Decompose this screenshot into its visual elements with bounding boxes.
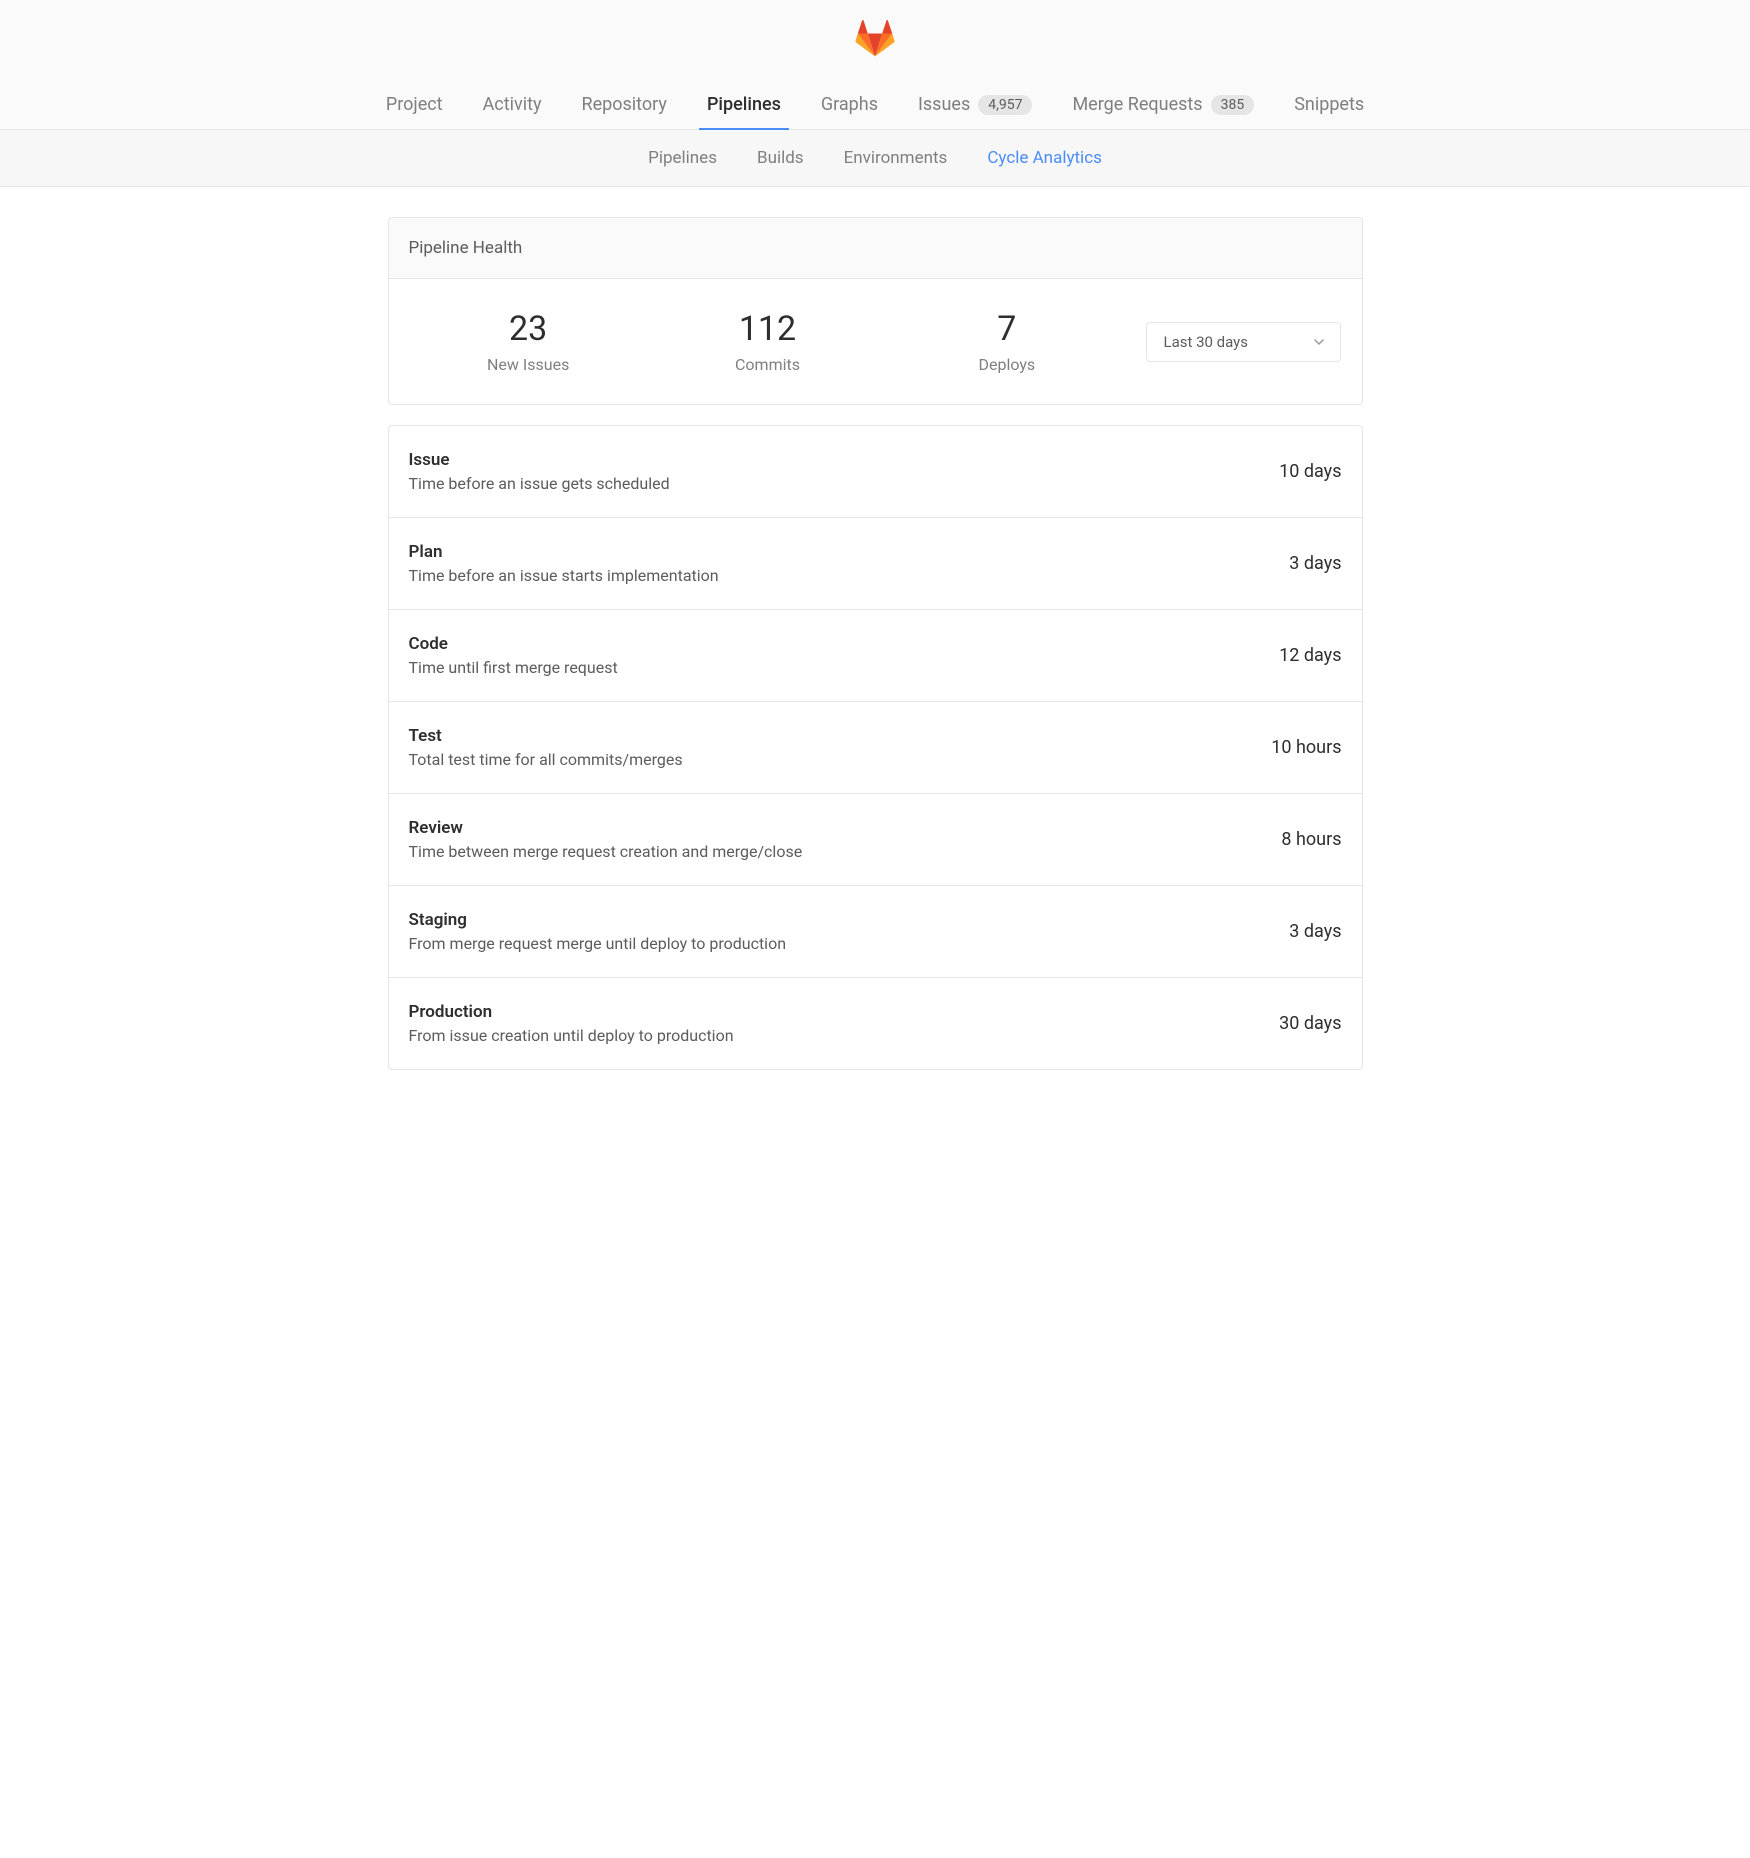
metric-new-issues: 23 New Issues [409, 309, 648, 374]
dropdown-wrap: Last 30 days [1126, 322, 1341, 362]
nav-snippets[interactable]: Snippets [1274, 80, 1384, 129]
stage-desc: Total test time for all commits/merges [409, 750, 1272, 769]
nav-graphs[interactable]: Graphs [801, 80, 898, 129]
stage-title: Test [409, 726, 1272, 746]
stage-info: Production From issue creation until dep… [409, 1002, 1280, 1045]
stage-title: Production [409, 1002, 1280, 1022]
subnav-environments[interactable]: Environments [824, 130, 968, 186]
nav-label: Activity [483, 94, 542, 115]
stage-value: 10 days [1279, 461, 1341, 482]
stage-title: Code [409, 634, 1280, 654]
subnav-label: Cycle Analytics [987, 148, 1102, 168]
stage-title: Plan [409, 542, 1290, 562]
metric-value: 112 [648, 309, 887, 349]
content: Pipeline Health 23 New Issues 112 Commit… [388, 187, 1363, 1130]
panel-header: Pipeline Health [389, 218, 1362, 279]
stages-panel: Issue Time before an issue gets schedule… [388, 425, 1363, 1070]
stage-row-code: Code Time until first merge request 12 d… [389, 610, 1362, 702]
health-body: 23 New Issues 112 Commits 7 Deploys Last… [389, 279, 1362, 404]
stage-desc: Time between merge request creation and … [409, 842, 1282, 861]
nav-label: Repository [582, 94, 667, 115]
metric-value: 7 [887, 309, 1126, 349]
stage-desc: Time until first merge request [409, 658, 1280, 677]
sub-nav: Pipelines Builds Environments Cycle Anal… [0, 130, 1750, 187]
stage-value: 8 hours [1281, 829, 1341, 850]
stage-row-test: Test Total test time for all commits/mer… [389, 702, 1362, 794]
stage-row-production: Production From issue creation until dep… [389, 978, 1362, 1069]
stage-row-plan: Plan Time before an issue starts impleme… [389, 518, 1362, 610]
stage-desc: From issue creation until deploy to prod… [409, 1026, 1280, 1045]
stage-value: 3 days [1289, 921, 1341, 942]
nav-merge-requests[interactable]: Merge Requests 385 [1052, 80, 1274, 129]
nav-label: Issues [918, 94, 970, 115]
date-range-dropdown[interactable]: Last 30 days [1146, 322, 1341, 362]
stage-title: Review [409, 818, 1282, 838]
stage-desc: Time before an issue gets scheduled [409, 474, 1280, 493]
stage-value: 12 days [1279, 645, 1341, 666]
nav-pipelines[interactable]: Pipelines [687, 80, 801, 129]
stage-desc: From merge request merge until deploy to… [409, 934, 1290, 953]
metric-deploys: 7 Deploys [887, 309, 1126, 374]
pipeline-health-panel: Pipeline Health 23 New Issues 112 Commit… [388, 217, 1363, 405]
stage-value: 10 hours [1271, 737, 1341, 758]
stage-info: Issue Time before an issue gets schedule… [409, 450, 1280, 493]
subnav-cycle-analytics[interactable]: Cycle Analytics [967, 130, 1122, 186]
stage-row-staging: Staging From merge request merge until d… [389, 886, 1362, 978]
subnav-builds[interactable]: Builds [737, 130, 824, 186]
chevron-down-icon [1314, 337, 1324, 347]
stage-value: 3 days [1289, 553, 1341, 574]
stage-info: Code Time until first merge request [409, 634, 1280, 677]
mr-count-badge: 385 [1211, 95, 1255, 115]
metric-value: 23 [409, 309, 648, 349]
stage-title: Staging [409, 910, 1290, 930]
stage-desc: Time before an issue starts implementati… [409, 566, 1290, 585]
nav-issues[interactable]: Issues 4,957 [898, 80, 1052, 129]
stage-value: 30 days [1279, 1013, 1341, 1034]
metric-label: New Issues [409, 355, 648, 374]
metric-label: Commits [648, 355, 887, 374]
nav-project[interactable]: Project [366, 80, 463, 129]
nav-label: Merge Requests [1072, 94, 1202, 115]
panel-title: Pipeline Health [409, 238, 523, 258]
issues-count-badge: 4,957 [978, 95, 1032, 115]
stage-row-review: Review Time between merge request creati… [389, 794, 1362, 886]
nav-label: Project [386, 94, 443, 115]
subnav-label: Builds [757, 148, 804, 168]
stage-info: Plan Time before an issue starts impleme… [409, 542, 1290, 585]
dropdown-selected: Last 30 days [1163, 333, 1248, 351]
nav-label: Pipelines [707, 94, 781, 115]
metric-commits: 112 Commits [648, 309, 887, 374]
metric-label: Deploys [887, 355, 1126, 374]
stage-row-issue: Issue Time before an issue gets schedule… [389, 426, 1362, 518]
stage-title: Issue [409, 450, 1280, 470]
subnav-label: Environments [844, 148, 948, 168]
stage-info: Review Time between merge request creati… [409, 818, 1282, 861]
header-top [0, 0, 1750, 80]
nav-repository[interactable]: Repository [562, 80, 687, 129]
subnav-pipelines[interactable]: Pipelines [628, 130, 737, 186]
stage-info: Test Total test time for all commits/mer… [409, 726, 1272, 769]
main-nav: Project Activity Repository Pipelines Gr… [0, 80, 1750, 130]
nav-label: Snippets [1294, 94, 1364, 115]
nav-label: Graphs [821, 94, 878, 115]
stage-info: Staging From merge request merge until d… [409, 910, 1290, 953]
subnav-label: Pipelines [648, 148, 717, 168]
nav-activity[interactable]: Activity [463, 80, 562, 129]
gitlab-logo-icon[interactable] [853, 18, 897, 62]
